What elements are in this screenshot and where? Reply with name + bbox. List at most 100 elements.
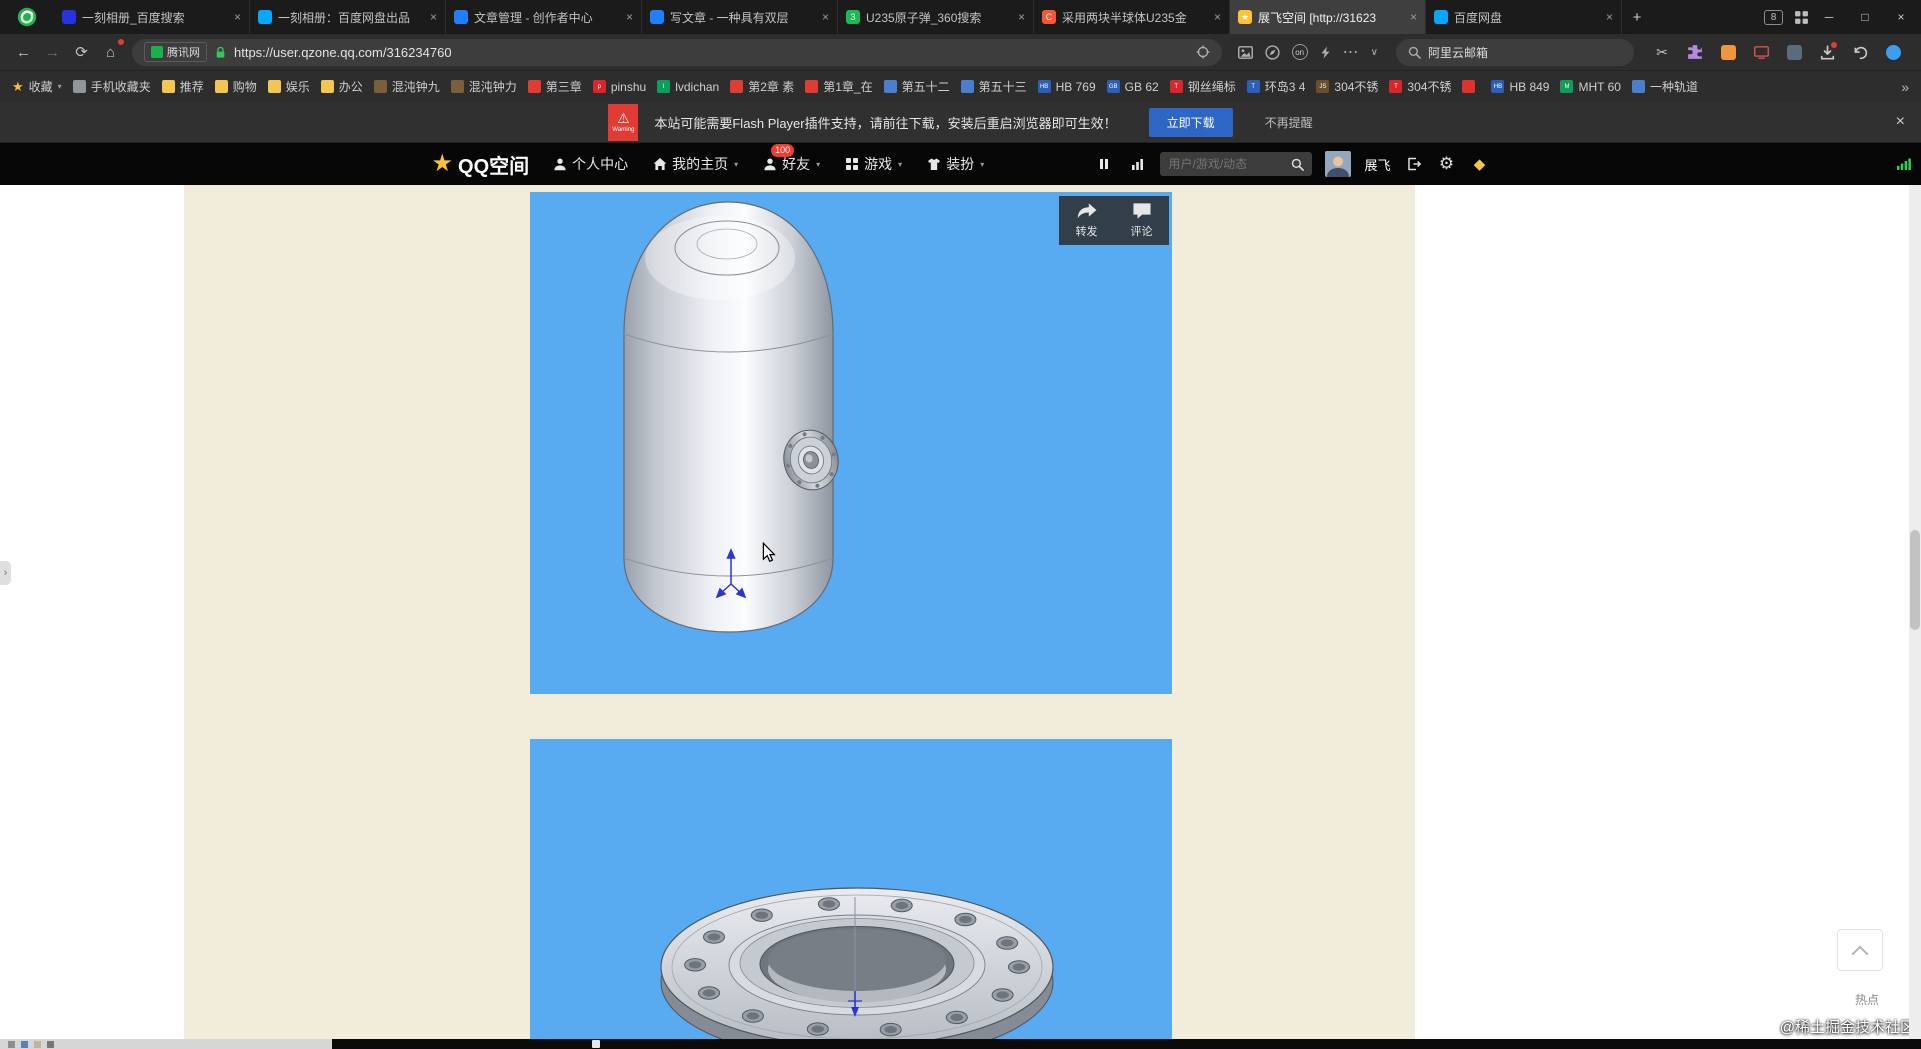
bookmark-item[interactable]: 第五十二 xyxy=(883,78,950,95)
browser-search[interactable] xyxy=(1396,38,1634,66)
scissors-icon[interactable]: ✂ xyxy=(1652,42,1672,62)
browser-logo-icon[interactable] xyxy=(0,0,54,34)
qzone-search[interactable] xyxy=(1160,152,1313,176)
tab-close-icon[interactable]: × xyxy=(1410,10,1417,24)
tab-creator-center[interactable]: 文章管理 - 创作者中心 × xyxy=(446,0,642,34)
comment-button[interactable]: 评论 xyxy=(1114,196,1169,245)
browser-search-input[interactable] xyxy=(1428,45,1622,59)
bookmark-item[interactable]: 混沌钟力 xyxy=(450,78,517,95)
bookmark-item[interactable]: 第五十三 xyxy=(960,78,1027,95)
back-to-top-button[interactable] xyxy=(1837,929,1883,971)
forward-button[interactable]: → xyxy=(39,39,66,66)
bookmark-item[interactable]: 第1章_在 xyxy=(805,78,873,95)
stats-icon[interactable] xyxy=(1127,154,1147,174)
home-button[interactable]: ⌂ xyxy=(97,38,124,66)
nav-friends[interactable]: 100 好友 ▾ xyxy=(763,144,820,174)
taskbar-app-icon[interactable] xyxy=(592,1040,600,1048)
bookmark-item[interactable]: T 304不锈 xyxy=(1389,78,1451,95)
bookmark-item[interactable] xyxy=(1462,80,1480,93)
new-tab-button[interactable]: + xyxy=(1622,0,1652,34)
bookmark-item[interactable]: 办公 xyxy=(320,78,363,95)
tab-tools-icon[interactable] xyxy=(1791,7,1811,27)
tab-close-icon[interactable]: × xyxy=(430,10,437,24)
yellow-diamond-icon[interactable]: ◆ xyxy=(1470,154,1490,174)
sidebar-expander[interactable]: › xyxy=(0,561,11,585)
tab-close-icon[interactable]: × xyxy=(234,10,241,24)
maximize-button[interactable]: □ xyxy=(1847,0,1883,34)
refresh-button[interactable]: ⟳ xyxy=(68,39,95,66)
tab-baidu-search[interactable]: 一刻相册_百度搜索 × xyxy=(54,0,250,34)
bookmark-item[interactable]: 购物 xyxy=(214,78,257,95)
more-icon[interactable]: ⋯ xyxy=(1343,42,1359,62)
nav-personal-center[interactable]: 个人中心 xyxy=(553,154,628,174)
address-field[interactable]: 腾讯网 https://user.qzone.qq.com/316234760 xyxy=(132,38,1222,66)
close-button[interactable]: × xyxy=(1883,0,1919,34)
bookmark-item[interactable]: 混沌钟九 xyxy=(373,78,440,95)
lightning-icon[interactable] xyxy=(1320,46,1331,59)
bookmark-item[interactable]: 第2章 素 xyxy=(730,78,794,95)
bookmark-favorites[interactable]: ★ 收藏 ▾ xyxy=(12,78,62,95)
bookmark-item[interactable]: HB HB 769 xyxy=(1037,80,1096,94)
tab-write-article[interactable]: 写文章 - 一种具有双层 × xyxy=(642,0,838,34)
qzone-logo[interactable]: ★ QQ空间 xyxy=(432,150,530,179)
download-flash-button[interactable]: 立即下载 xyxy=(1148,107,1233,137)
plugin-icon[interactable] xyxy=(1784,42,1804,62)
bookmark-item[interactable]: 一种轨道 xyxy=(1631,78,1698,95)
tab-csdn-u235[interactable]: C 采用两块半球体U235金 × xyxy=(1034,0,1230,34)
nav-my-home[interactable]: 我的主页 ▾ xyxy=(653,154,738,174)
tab-baidu-netdisk[interactable]: 百度网盘 × xyxy=(1426,0,1622,34)
tab-close-icon[interactable]: × xyxy=(626,10,633,24)
scrollbar[interactable] xyxy=(1909,185,1921,1039)
tab-close-icon[interactable]: × xyxy=(1606,10,1613,24)
username[interactable]: 展飞 xyxy=(1364,155,1390,174)
bookmark-item[interactable]: M MHT 60 xyxy=(1560,80,1621,94)
bookmark-item[interactable]: p pinshu xyxy=(592,80,646,94)
bookmark-item[interactable]: l lvdichan xyxy=(657,80,719,94)
tab-close-icon[interactable]: × xyxy=(822,10,829,24)
bookmark-item[interactable]: 手机收藏夹 xyxy=(72,78,151,95)
bookmark-item[interactable]: 推荐 xyxy=(161,78,204,95)
nav-dress[interactable]: 装扮 ▾ xyxy=(927,154,984,174)
site-badge[interactable]: 腾讯网 xyxy=(144,42,207,62)
alipay-icon[interactable] xyxy=(1718,42,1738,62)
bookmark-item[interactable]: T 钢丝绳标 xyxy=(1169,78,1236,95)
tab-360-search[interactable]: 3 U235原子弹_360搜索 × xyxy=(838,0,1034,34)
bookmark-item[interactable]: HB HB 849 xyxy=(1491,80,1549,94)
hot-label[interactable]: 热点 xyxy=(1855,991,1879,1008)
tab-qzone-active[interactable]: ★ 展飞空间 [http://31623 × xyxy=(1230,0,1426,34)
pause-icon[interactable] xyxy=(1094,154,1114,174)
download-icon[interactable] xyxy=(1817,42,1837,62)
forward-button[interactable]: 转发 xyxy=(1059,196,1114,245)
bookmark-item[interactable]: GB GB 62 xyxy=(1106,80,1159,94)
url-text[interactable]: https://user.qzone.qq.com/316234760 xyxy=(234,45,452,60)
settings-gear-icon[interactable]: ⚙ xyxy=(1437,154,1457,174)
extensions-puzzle-icon[interactable] xyxy=(1685,42,1705,62)
update-icon[interactable] xyxy=(1883,42,1903,62)
screen-tv-icon[interactable] xyxy=(1751,42,1771,62)
logout-icon[interactable] xyxy=(1404,154,1424,174)
bookmark-item[interactable]: 第三章 xyxy=(527,78,582,95)
scrollbar-thumb[interactable] xyxy=(1910,530,1920,630)
tab-close-icon[interactable]: × xyxy=(1018,10,1025,24)
crosshair-icon[interactable] xyxy=(1196,45,1210,59)
back-button[interactable]: ← xyxy=(10,39,37,66)
on-badge-icon[interactable]: on xyxy=(1291,44,1308,60)
warning-close-icon[interactable]: × xyxy=(1896,113,1905,131)
dropdown-chevron-icon[interactable]: ∨ xyxy=(1371,47,1378,58)
photo-icon[interactable] xyxy=(1238,46,1253,59)
bookmark-item[interactable]: T 环岛3 4 xyxy=(1246,78,1305,95)
bookmark-item[interactable]: JS 304不锈 xyxy=(1316,78,1378,95)
compass-icon[interactable] xyxy=(1265,45,1280,60)
minimize-button[interactable]: ─ xyxy=(1811,0,1847,34)
tab-yike-xiangce[interactable]: 一刻相册：百度网盘出品 × xyxy=(250,0,446,34)
post-image-tank[interactable]: 转发 评论 xyxy=(530,192,1172,694)
avatar[interactable] xyxy=(1325,151,1352,177)
dismiss-warning-button[interactable]: 不再提醒 xyxy=(1265,114,1313,131)
bookmark-item[interactable]: 娱乐 xyxy=(267,78,310,95)
undo-icon[interactable] xyxy=(1850,42,1870,62)
tab-count-badge[interactable]: 8 xyxy=(1764,9,1783,25)
tab-close-icon[interactable]: × xyxy=(1214,10,1221,24)
qzone-search-input[interactable] xyxy=(1168,157,1286,171)
nav-games[interactable]: 游戏 ▾ xyxy=(845,154,902,174)
bookmarks-overflow-icon[interactable]: » xyxy=(1901,79,1909,95)
